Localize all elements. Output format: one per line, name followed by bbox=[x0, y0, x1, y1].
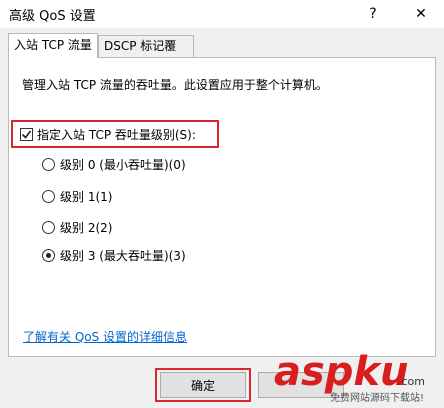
throughput-checkbox-row[interactable]: 指定入站 TCP 吞吐量级别(S): bbox=[20, 126, 196, 143]
throughput-checkbox[interactable] bbox=[20, 128, 33, 141]
ok-button-label: 确定 bbox=[190, 378, 215, 393]
help-icon: ? bbox=[369, 6, 377, 22]
watermark-suffix: .com bbox=[398, 375, 425, 388]
qos-help-link[interactable]: 了解有关 QoS 设置的详细信息 bbox=[23, 328, 187, 345]
close-button[interactable]: ✕ bbox=[404, 0, 438, 28]
throughput-checkbox-label: 指定入站 TCP 吞吐量级别(S): bbox=[37, 128, 196, 142]
radio-level-2[interactable]: 级别 2(2) bbox=[42, 219, 112, 236]
ok-button[interactable]: 确定 bbox=[160, 372, 246, 398]
radio-button[interactable] bbox=[42, 221, 55, 234]
radio-button[interactable] bbox=[42, 190, 55, 203]
radio-label: 级别 0 (最小吞吐量)(0) bbox=[60, 158, 186, 172]
watermark-logo: aspku .com 免费网站源码下载站! bbox=[274, 349, 425, 404]
radio-button-selected[interactable] bbox=[42, 249, 55, 262]
watermark-tagline: 免费网站源码下载站! bbox=[330, 391, 424, 404]
help-button[interactable]: ? bbox=[356, 0, 390, 28]
checkmark-icon bbox=[21, 130, 32, 139]
radio-level-3[interactable]: 级别 3 (最大吞吐量)(3) bbox=[42, 247, 186, 264]
tab-dscp-override[interactable]: DSCP 标记覆盖 bbox=[98, 35, 194, 73]
radio-level-1[interactable]: 级别 1(1) bbox=[42, 188, 112, 205]
title-bar: 高级 QoS 设置 ? ✕ bbox=[0, 0, 444, 28]
tab-panel: 管理入站 TCP 流量的吞吐量。此设置应用于整个计算机。 指定入站 TCP 吞吐… bbox=[8, 57, 436, 357]
radio-label: 级别 1(1) bbox=[60, 190, 113, 204]
close-icon: ✕ bbox=[415, 6, 427, 22]
radio-button[interactable] bbox=[42, 158, 55, 171]
radio-level-0[interactable]: 级别 0 (最小吞吐量)(0) bbox=[42, 156, 186, 173]
tab-inbound-tcp[interactable]: 入站 TCP 流量 bbox=[8, 33, 98, 58]
radio-label: 级别 2(2) bbox=[60, 221, 113, 235]
watermark-brand: aspku bbox=[274, 349, 409, 395]
window-title: 高级 QoS 设置 bbox=[9, 9, 96, 24]
panel-description: 管理入站 TCP 流量的吞吐量。此设置应用于整个计算机。 bbox=[22, 78, 328, 92]
radio-label: 级别 3 (最大吞吐量)(3) bbox=[60, 249, 186, 263]
